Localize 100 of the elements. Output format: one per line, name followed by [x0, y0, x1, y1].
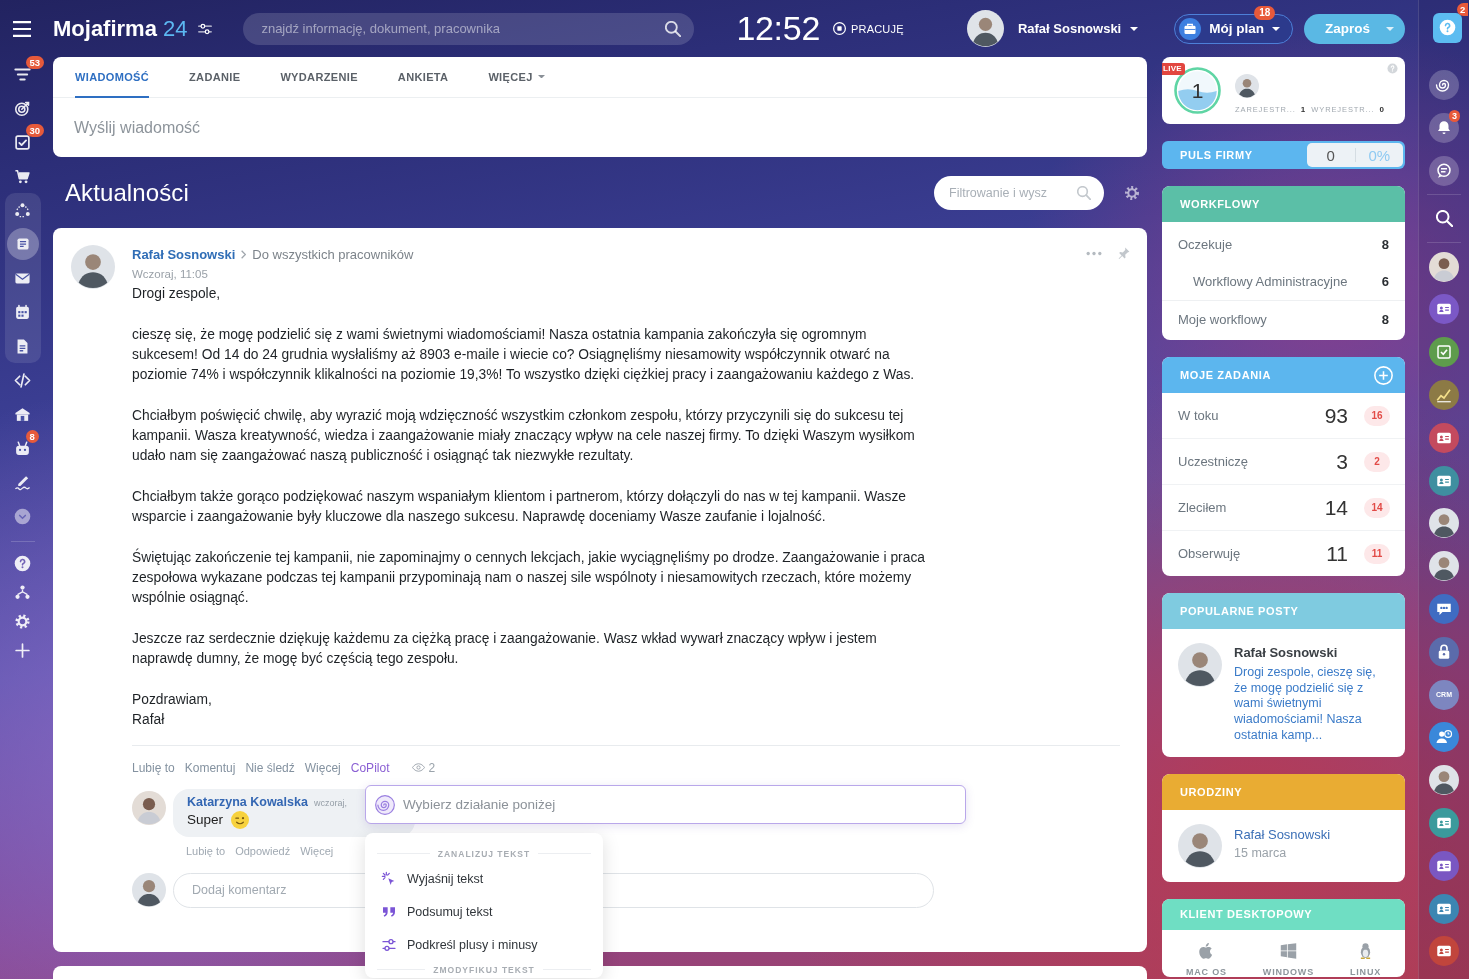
- download-link[interactable]: WINDOWS: [1262, 941, 1314, 977]
- message-field[interactable]: Wyślij wiadomość: [53, 98, 1147, 157]
- task-link[interactable]: W toku: [1178, 408, 1325, 423]
- settings-icon[interactable]: [1124, 184, 1140, 201]
- user-avatar[interactable]: [1429, 551, 1459, 582]
- lock-icon[interactable]: [1429, 636, 1459, 667]
- target-icon[interactable]: [14, 99, 31, 117]
- post-action-link[interactable]: Komentuj: [184, 760, 236, 775]
- contact-card-icon[interactable]: [1429, 893, 1459, 924]
- user-avatar[interactable]: [132, 790, 166, 825]
- group-chat-icon[interactable]: [1429, 593, 1459, 624]
- caret-icon: [1272, 26, 1280, 31]
- sitemap-icon[interactable]: [14, 584, 31, 601]
- user-clock-icon[interactable]: [1429, 722, 1459, 753]
- count-badge: 11: [1364, 543, 1390, 564]
- stop-icon[interactable]: [833, 22, 846, 35]
- user-menu-button[interactable]: Rafał Sosnowski: [1017, 21, 1139, 36]
- settings-icon[interactable]: [14, 613, 31, 630]
- user-avatar[interactable]: [1178, 643, 1222, 687]
- comment-action-link[interactable]: Lubię to: [186, 843, 226, 858]
- calendar-icon[interactable]: [14, 303, 31, 321]
- composer-tab[interactable]: WIĘCEJ: [488, 57, 545, 98]
- user-avatar[interactable]: [966, 10, 1004, 47]
- contact-card-icon[interactable]: [1429, 807, 1459, 838]
- person-link[interactable]: Rafał Sosnowski: [1234, 826, 1331, 842]
- checkbox-icon[interactable]: [1429, 337, 1459, 368]
- post-paragraph: Pozdrawiam, Rafał: [132, 690, 212, 730]
- contact-card-icon[interactable]: [1429, 465, 1459, 496]
- chat-icon[interactable]: [1429, 156, 1459, 186]
- post-paragraph: Chciałbym poświęcić chwilę, aby wyrazić moją wdzięczność wszystkim członkom zespołu, którzy przyczynili się do sukcesu tej kampanii. Wasza kreatywność, wiedza i zaangażowanie miały znaczący wpływ na cele naszej firmy. To dzięki Waszym wysiłkom udało nam się zaangażować naszą publiczność i osiągnąć tak niezwykłe rezultaty.: [132, 406, 915, 466]
- filter-field[interactable]: Filtrowanie i wysz: [934, 175, 1104, 210]
- workflow-link[interactable]: Workflowy Administracyjne: [1193, 274, 1348, 289]
- user-avatar[interactable]: [1235, 73, 1259, 98]
- contact-card-icon[interactable]: [1429, 850, 1459, 881]
- sliders-icon[interactable]: [198, 22, 213, 35]
- copilot-field[interactable]: Wybierz działanie poniżej: [365, 785, 966, 824]
- nodes-icon[interactable]: [14, 201, 31, 219]
- composer-tab[interactable]: WYDARZENIE: [280, 57, 358, 98]
- chevron-down-icon[interactable]: [14, 507, 31, 525]
- widget-title: WORKFLOWY: [1180, 198, 1260, 210]
- menu-item[interactable]: Wyjaśnij tekst: [365, 862, 603, 895]
- author-link[interactable]: Rafał Sosnowski: [132, 246, 236, 262]
- task-checkbox-icon[interactable]: [14, 133, 31, 151]
- count-badge: 2: [1457, 3, 1469, 16]
- task-link[interactable]: Uczestniczę: [1178, 454, 1337, 469]
- filter-icon[interactable]: [14, 65, 31, 83]
- post-action-link[interactable]: Nie śledź: [245, 760, 295, 775]
- cart-icon[interactable]: [14, 167, 31, 185]
- comment-action-link[interactable]: Więcej: [300, 843, 334, 858]
- sliders-icon: [381, 936, 397, 953]
- comment-author-link[interactable]: Katarzyna Kowalska: [187, 794, 308, 809]
- post-action-link[interactable]: Lubię to: [132, 760, 175, 775]
- user-avatar[interactable]: [1429, 765, 1459, 796]
- count-badge: 2: [1364, 451, 1390, 472]
- post-action-link[interactable]: Więcej: [304, 760, 341, 775]
- user-avatar[interactable]: [71, 245, 115, 289]
- page-title: Aktualności: [65, 178, 189, 207]
- composer-tab[interactable]: ANKIETA: [397, 57, 449, 98]
- download-link[interactable]: MAC OS: [1186, 941, 1227, 977]
- stat-value: 1: [1300, 104, 1306, 114]
- code-icon[interactable]: [14, 371, 31, 389]
- chart-icon[interactable]: [1429, 379, 1459, 410]
- contact-card-icon[interactable]: [1429, 422, 1459, 453]
- robot-icon[interactable]: [14, 439, 31, 457]
- menu-section-title: ZMODYFIKUJ TEKST: [433, 964, 535, 975]
- search-field[interactable]: znajdź informację, dokument, pracownika: [243, 12, 695, 45]
- contact-card-icon[interactable]: [1429, 294, 1459, 325]
- search-icon[interactable]: [1435, 210, 1453, 228]
- user-avatar[interactable]: [1178, 823, 1222, 868]
- count-badge: 18: [1254, 5, 1276, 20]
- comment-action-link[interactable]: Odpowiedź: [235, 843, 291, 858]
- workflow-link[interactable]: Moje workflowy: [1178, 312, 1267, 327]
- workflow-link[interactable]: Oczekuje: [1178, 237, 1233, 252]
- spiral-icon: [375, 794, 395, 815]
- task-link[interactable]: Obserwuję: [1178, 546, 1327, 561]
- building-icon[interactable]: [14, 405, 31, 423]
- bell-icon[interactable]: [1429, 113, 1459, 144]
- user-avatar[interactable]: [1429, 251, 1459, 282]
- spiral-icon[interactable]: [1429, 70, 1459, 101]
- contact-card-icon[interactable]: [1429, 936, 1459, 967]
- composer-tab[interactable]: ZADANIE: [189, 57, 241, 98]
- caret-icon: [537, 74, 545, 79]
- download-link[interactable]: LINUX: [1350, 941, 1381, 977]
- news-feed-icon[interactable]: [6, 228, 39, 260]
- user-avatar[interactable]: [132, 873, 166, 908]
- logo-text[interactable]: Mojafirma: [53, 15, 157, 42]
- user-avatar[interactable]: [1429, 508, 1459, 539]
- post-action-link[interactable]: CoPilot: [350, 760, 390, 775]
- caret-icon: [1130, 26, 1139, 31]
- search-icon[interactable]: [665, 20, 682, 37]
- menu-icon[interactable]: [13, 20, 31, 37]
- help-button[interactable]: [1433, 12, 1462, 43]
- help-icon: [1439, 19, 1456, 36]
- menu-item[interactable]: Podkreśl plusy i minusy: [365, 928, 603, 961]
- apple-icon: [1197, 941, 1215, 960]
- post-excerpt-link[interactable]: Drogi zespole, cieszę się, że mogę podzielić się z wami świetnymi wiadomościami! Nasza ostatnia kamp...: [1234, 665, 1382, 744]
- task-link[interactable]: Zleciłem: [1178, 500, 1325, 515]
- plus-icon[interactable]: [14, 642, 31, 659]
- menu-item[interactable]: Podsumuj tekst: [365, 895, 603, 928]
- help-icon[interactable]: [14, 555, 31, 572]
